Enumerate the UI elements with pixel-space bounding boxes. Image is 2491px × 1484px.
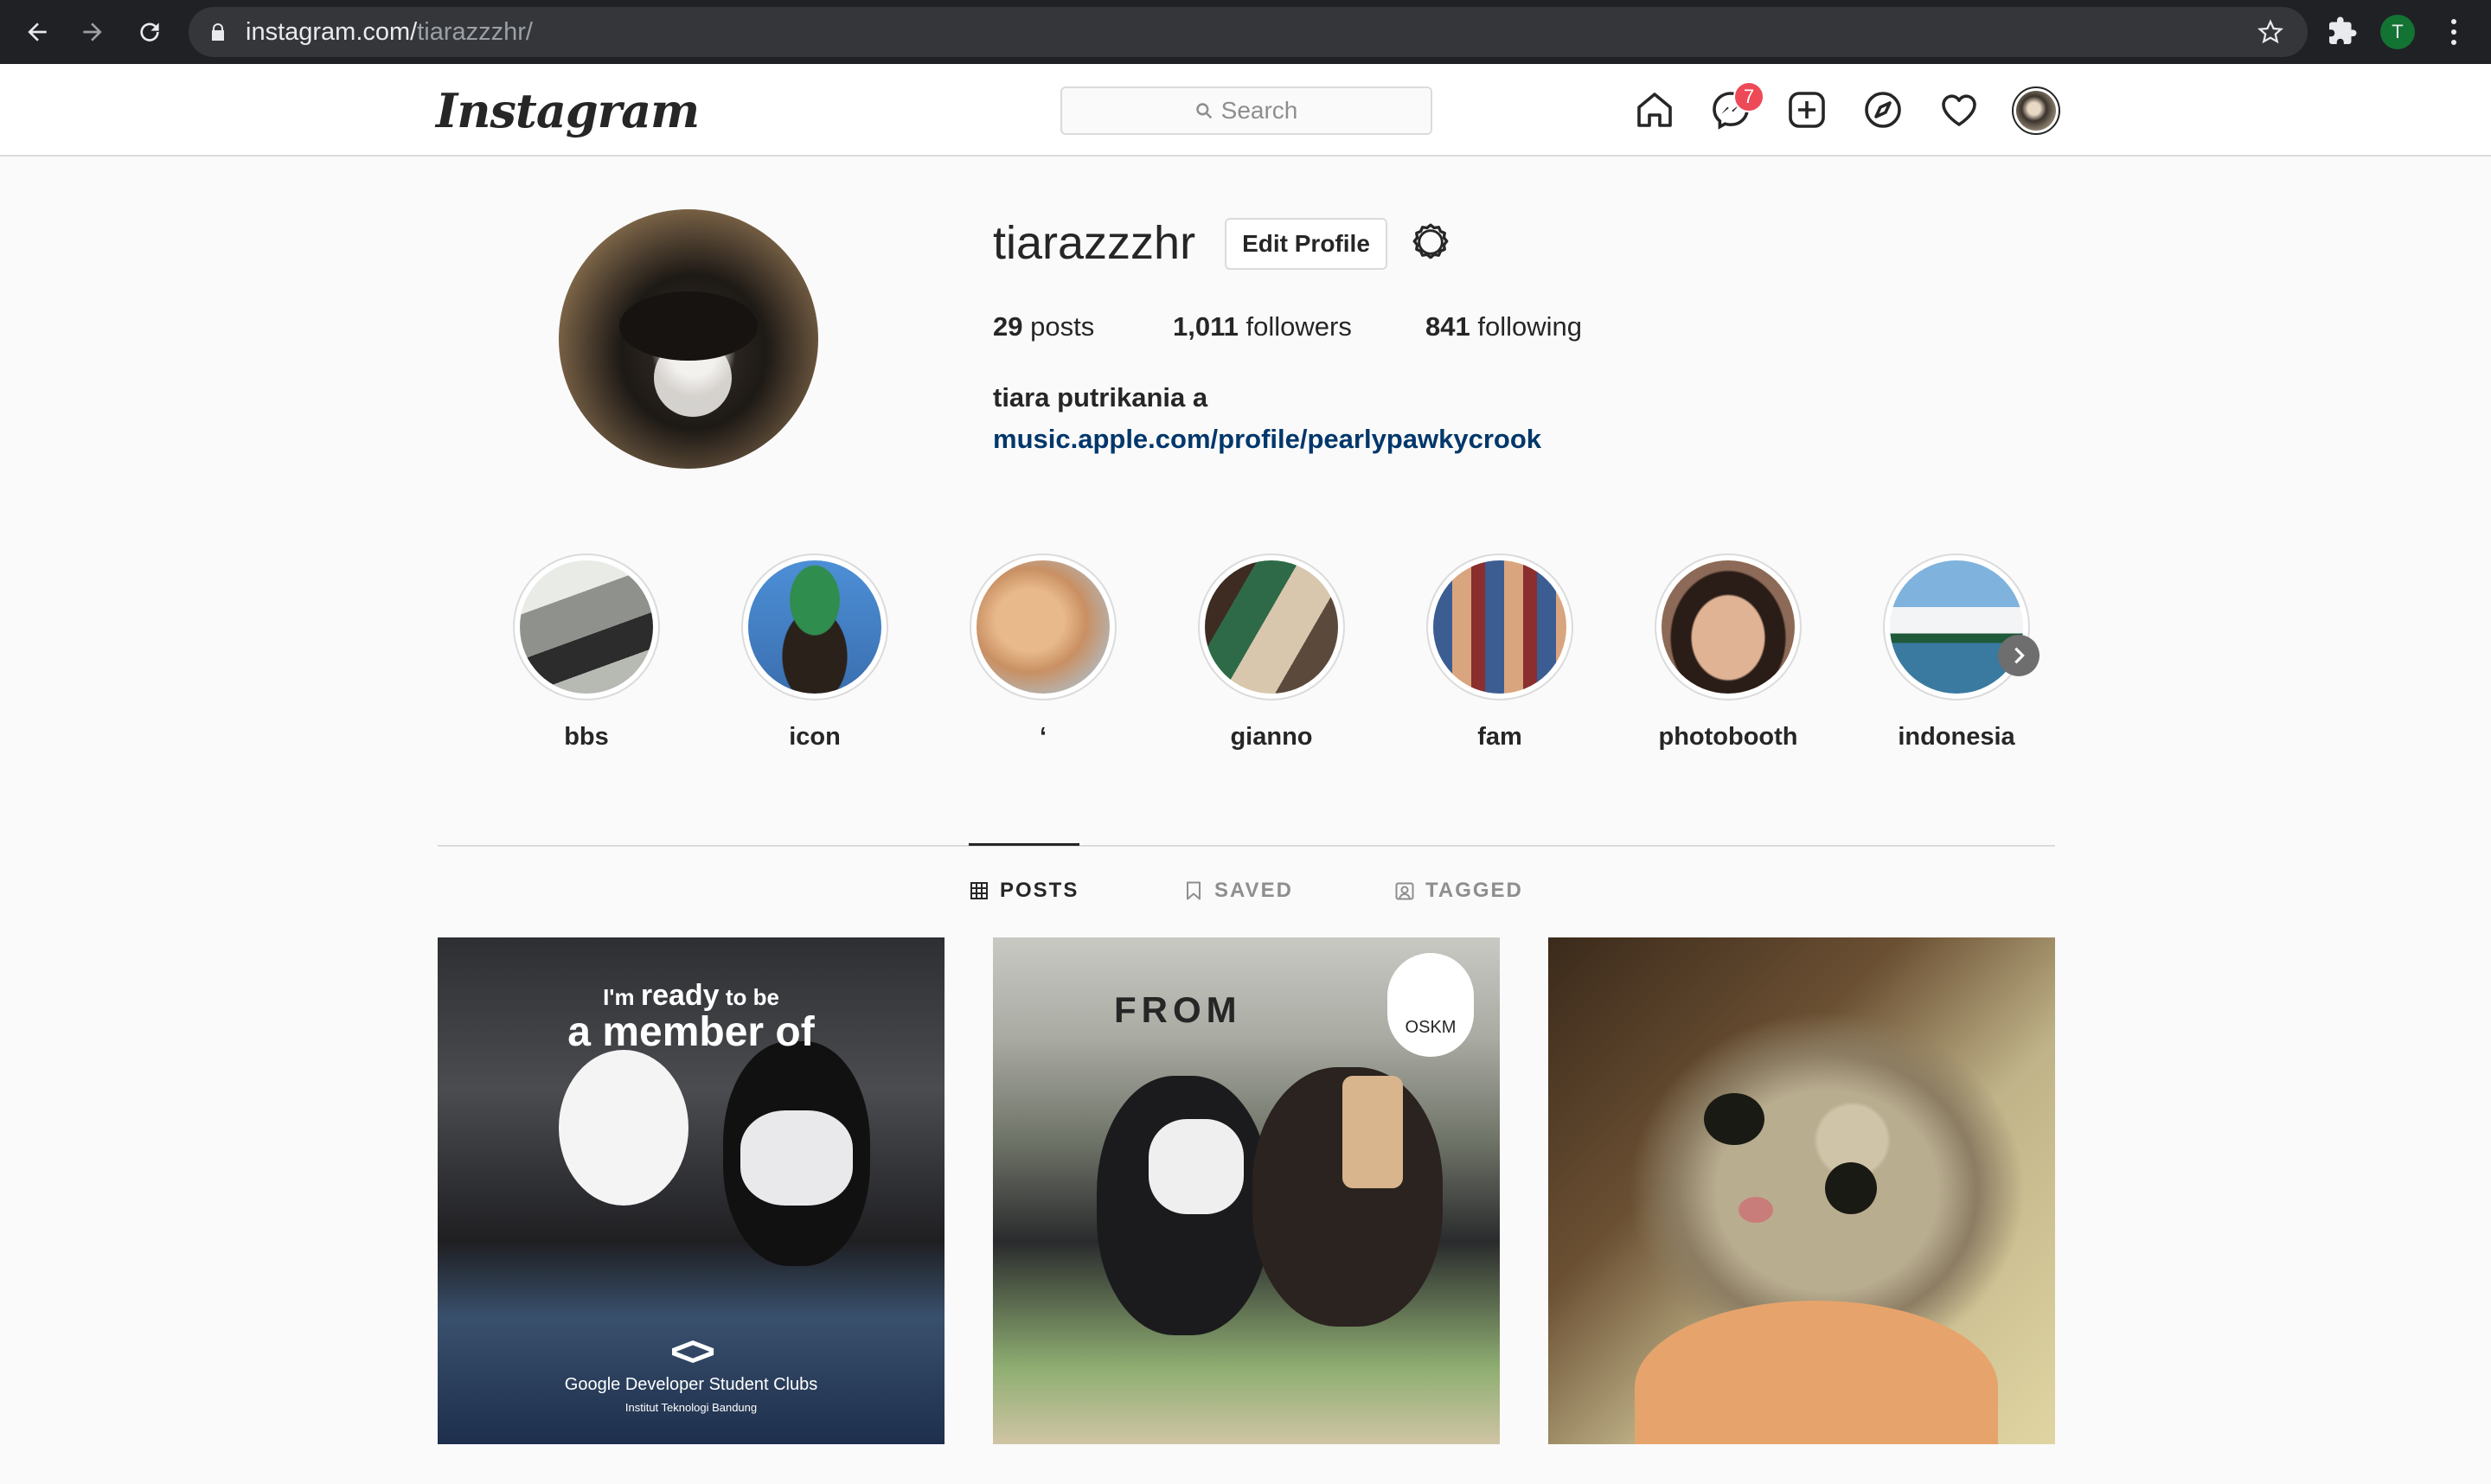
settings-gear-icon[interactable] [1408, 220, 1453, 265]
tab-tagged[interactable]: TAGGED [1394, 879, 1523, 903]
search-icon [1195, 103, 1212, 119]
browser-toolbar: instagram.com/tiarazzzhr/ T [0, 0, 2491, 64]
profile-username: tiarazzzhr [993, 217, 1196, 269]
post-sign-text: FROM [1114, 989, 1242, 1030]
browser-menu-icon[interactable] [2441, 14, 2467, 50]
ig-top-nav: Instagram Search 7 [0, 64, 2491, 157]
bookmark-icon [1187, 881, 1201, 900]
face-sticker [559, 1050, 688, 1206]
browser-profile-avatar[interactable]: T [2380, 15, 2415, 49]
highlight-bbs[interactable]: bbs [509, 553, 664, 752]
highlight-label: gianno [1230, 723, 1313, 751]
highlight-label: icon [789, 723, 841, 751]
lock-icon [212, 23, 224, 41]
extensions-icon[interactable] [2327, 16, 2358, 47]
phone [1342, 1076, 1403, 1188]
post-caption-line2: a member of [567, 1009, 815, 1055]
cat-eye [1704, 1093, 1764, 1145]
stat-following[interactable]: 841 following [1425, 311, 1582, 342]
messenger-badge: 7 [1733, 81, 1764, 112]
tagged-icon [1395, 882, 1414, 900]
home-icon[interactable] [1633, 88, 1676, 131]
stat-followers[interactable]: 1,011 followers [1173, 311, 1352, 342]
highlight-label: fam [1477, 723, 1522, 751]
search-input[interactable]: Search [1060, 86, 1432, 135]
tabs-divider [438, 845, 2055, 847]
post-tile[interactable]: I'm ready to be a member of <> Google De… [438, 937, 945, 1444]
stat-posts: 29 posts [993, 311, 1095, 342]
activity-heart-icon[interactable] [1937, 88, 1981, 131]
post-tile[interactable]: FROM OSKM [993, 937, 1500, 1444]
new-post-icon[interactable] [1785, 88, 1828, 131]
highlight-icon[interactable]: icon [737, 553, 893, 752]
tab-posts[interactable]: POSTS [969, 879, 1079, 903]
post-org-subtitle: Institut Teknologi Bandung [624, 1401, 758, 1414]
hand [1635, 1301, 1998, 1444]
cat-eye [1825, 1162, 1877, 1214]
face-mask [1149, 1119, 1244, 1214]
highlight-gianno[interactable]: gianno [1194, 553, 1349, 752]
highlight-fam[interactable]: fam [1422, 553, 1578, 752]
chevron-right-icon [2014, 647, 2025, 664]
post-tile[interactable] [1548, 937, 2055, 1444]
instagram-logo[interactable]: Instagram [436, 83, 700, 138]
highlight-cat[interactable]: ‘ [965, 553, 1121, 752]
highlights-next-button[interactable] [1998, 635, 2040, 676]
highlight-label: indonesia [1898, 723, 2015, 751]
url-text: instagram.com/tiarazzzhr/ [246, 18, 533, 46]
forward-icon[interactable] [73, 12, 112, 52]
gdsc-logo: <> [669, 1329, 715, 1375]
reload-icon[interactable] [130, 12, 170, 52]
highlight-label: ‘ [1039, 723, 1047, 751]
face-mask [740, 1110, 853, 1206]
profile-full-name: tiara putrikania a [993, 382, 1208, 413]
edit-profile-button[interactable]: Edit Profile [1225, 218, 1387, 270]
grid-icon [970, 882, 988, 899]
bio-link[interactable]: music.apple.com/profile/pearlypawkycrook [993, 424, 1541, 455]
tab-saved[interactable]: SAVED [1183, 879, 1293, 903]
explore-icon[interactable] [1861, 88, 1905, 131]
highlight-label: bbs [564, 723, 609, 751]
address-bar[interactable]: instagram.com/tiarazzzhr/ [189, 7, 2308, 57]
highlight-label: photobooth [1658, 723, 1798, 751]
nav-profile-avatar[interactable] [2012, 86, 2060, 135]
post-org-name: Google Developer Student Clubs [564, 1375, 818, 1394]
bookmark-star-icon[interactable] [2257, 19, 2283, 45]
cat-nose [1739, 1197, 1773, 1223]
highlight-photobooth[interactable]: photobooth [1650, 553, 1806, 752]
oskm-badge: OSKM [1387, 953, 1474, 1057]
active-tab-indicator [969, 843, 1079, 846]
profile-picture[interactable] [559, 209, 818, 469]
back-icon[interactable] [17, 12, 57, 52]
